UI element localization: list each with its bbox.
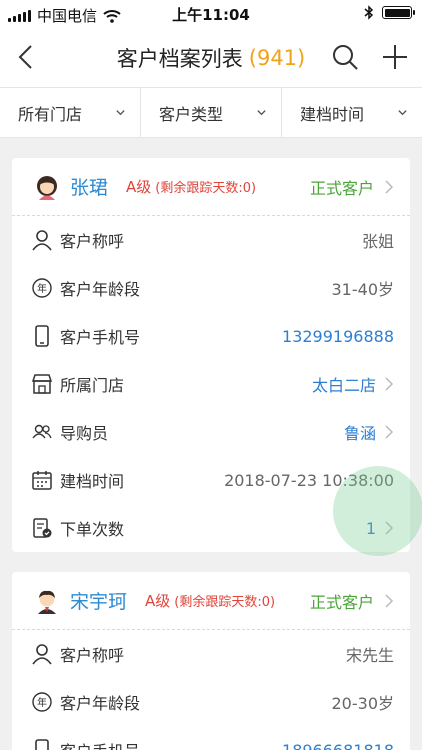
filter-customer-type-label: 客户类型: [159, 104, 224, 124]
people-icon: [30, 420, 54, 444]
chevron-right-icon: [385, 593, 394, 608]
chevron-right-icon: [385, 425, 394, 439]
row-value: 宋先生: [345, 646, 394, 665]
customer-list: 张珺 A级 (剩余跟踪天数:0) 正式客户 客户称呼 张姐 年 客户年龄段 31…: [0, 158, 422, 750]
row-label: 客户手机号: [60, 738, 140, 750]
row-salutation: 客户称呼 张姐: [12, 216, 410, 264]
customer-level: A级: [126, 178, 152, 196]
svg-text:年: 年: [37, 282, 47, 295]
row-phone[interactable]: 客户手机号 18966681818: [12, 726, 410, 750]
calendar-icon: [30, 468, 54, 492]
phone-icon: [30, 738, 54, 750]
customer-status: 正式客户: [309, 592, 374, 612]
male-avatar-icon: [38, 590, 56, 614]
customer-card: 宋宇珂 A级 (剩余跟踪天数:0) 正式客户 客户称呼 宋先生 年 客户年龄段 …: [12, 572, 410, 750]
status-bar: 中国电信 上午11:04: [0, 0, 422, 28]
row-phone[interactable]: 客户手机号 13299196888: [12, 312, 410, 360]
age-icon: 年: [30, 690, 54, 714]
order-check-icon: [30, 516, 54, 540]
row-value: 太白二店: [311, 376, 376, 395]
tracking-days-note: (剩余跟踪天数:0): [155, 181, 257, 196]
row-sales-guide[interactable]: 导购员 鲁涵: [12, 408, 410, 456]
age-icon: 年: [30, 276, 54, 300]
add-icon[interactable]: [380, 42, 410, 72]
customer-status: 正式客户: [309, 178, 374, 198]
chevron-down-icon: [257, 110, 266, 116]
phone-link[interactable]: 18966681818: [282, 741, 394, 750]
chevron-right-icon: [385, 377, 394, 391]
row-label: 导购员: [60, 424, 109, 443]
row-value: 20-30岁: [331, 694, 395, 713]
chevron-down-icon: [116, 110, 125, 116]
filter-created-time-label: 建档时间: [300, 104, 365, 124]
filter-store-label: 所有门店: [18, 104, 83, 124]
search-icon[interactable]: [330, 42, 360, 72]
row-label: 所属门店: [60, 376, 125, 395]
row-value: 31-40岁: [331, 280, 395, 299]
filter-bar: 所有门店 客户类型 建档时间: [0, 88, 422, 138]
person-icon: [30, 642, 54, 666]
row-store[interactable]: 所属门店 太白二店: [12, 360, 410, 408]
back-icon[interactable]: [12, 42, 42, 72]
filter-store[interactable]: 所有门店: [0, 88, 141, 137]
phone-icon: [30, 324, 54, 348]
status-time: 上午11:04: [172, 6, 250, 24]
store-icon: [30, 372, 54, 396]
status-right: [364, 5, 415, 20]
chevron-right-icon: [385, 179, 394, 194]
page-title: 客户档案列表: [116, 46, 243, 71]
customer-name: 张珺: [70, 177, 109, 199]
person-icon: [30, 228, 54, 252]
customer-level: A级: [145, 592, 171, 610]
filter-customer-type[interactable]: 客户类型: [141, 88, 282, 137]
nav-bar: 客户档案列表 (941): [0, 28, 422, 88]
customer-card-header[interactable]: 宋宇珂 A级 (剩余跟踪天数:0) 正式客户: [12, 572, 410, 630]
chevron-down-icon: [398, 110, 407, 116]
row-label: 客户称呼: [60, 646, 125, 665]
svg-text:年: 年: [37, 696, 47, 709]
customer-name: 宋宇珂: [70, 591, 128, 613]
row-label: 客户手机号: [60, 328, 141, 347]
battery-icon: [382, 6, 415, 19]
row-salutation: 客户称呼 宋先生: [12, 630, 410, 678]
row-value: 张姐: [361, 232, 394, 251]
filter-created-time[interactable]: 建档时间: [282, 88, 422, 137]
record-count: (941): [248, 45, 306, 70]
row-label: 客户称呼: [60, 232, 125, 251]
touch-indicator: [333, 466, 422, 556]
bluetooth-icon: [364, 5, 374, 20]
phone-link[interactable]: 13299196888: [282, 327, 394, 346]
row-label: 建档时间: [60, 472, 125, 491]
tracking-days-note: (剩余跟踪天数:0): [174, 595, 276, 610]
customer-card-header[interactable]: 张珺 A级 (剩余跟踪天数:0) 正式客户: [12, 158, 410, 216]
row-label: 客户年龄段: [60, 694, 141, 713]
row-value: 鲁涵: [343, 424, 376, 443]
row-label: 下单次数: [60, 520, 125, 539]
row-age-group: 年 客户年龄段 31-40岁: [12, 264, 410, 312]
row-age-group: 年 客户年龄段 20-30岁: [12, 678, 410, 726]
female-avatar-icon: [37, 175, 57, 200]
row-label: 客户年龄段: [60, 280, 141, 299]
